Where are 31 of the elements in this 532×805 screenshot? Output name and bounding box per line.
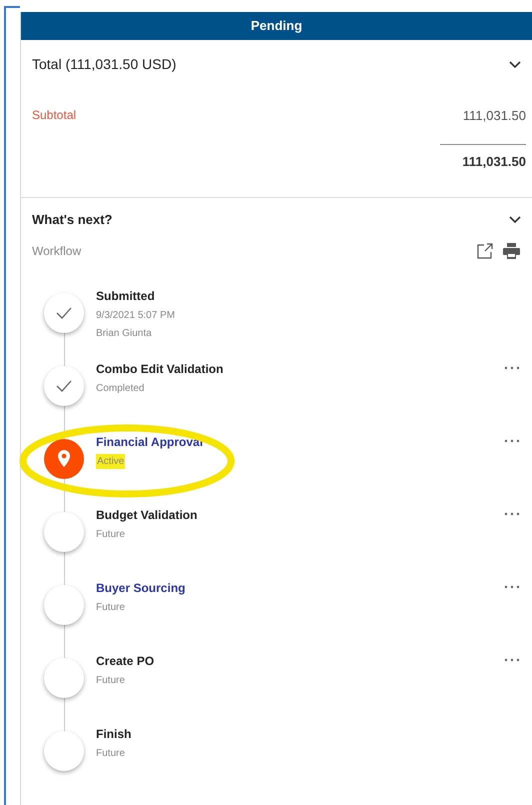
subtotal-value: 111,031.50	[462, 107, 526, 125]
step-detail: Brian Giunta	[96, 326, 152, 340]
step-title: Submitted	[96, 288, 155, 304]
sum-value: 111,031.50	[440, 144, 526, 171]
section-title: What's next?	[32, 211, 112, 229]
subtotal-label: Subtotal	[32, 107, 76, 124]
step-title[interactable]: Buyer Sourcing	[96, 578, 186, 596]
step-title: Budget Validation	[96, 506, 198, 524]
step-title: Combo Edit Validation	[96, 360, 224, 378]
step-title[interactable]: Financial Approval	[96, 432, 203, 450]
step-detail: Active	[96, 454, 126, 468]
step-title: Finish	[96, 726, 132, 742]
external-link-icon[interactable]	[477, 242, 493, 258]
status-header: Pending	[21, 12, 532, 40]
more-options-icon[interactable]	[504, 438, 520, 442]
more-options-icon[interactable]	[504, 512, 520, 516]
chevron-icon[interactable]	[508, 214, 522, 225]
workflow-label: Workflow	[32, 242, 82, 260]
step-detail: Future	[96, 746, 125, 760]
more-options-icon[interactable]	[504, 584, 520, 588]
step-detail: Future	[96, 528, 125, 542]
more-options-icon[interactable]	[504, 366, 520, 370]
chevron-icon[interactable]	[508, 60, 522, 70]
print-icon[interactable]	[503, 242, 520, 258]
step-title: Create PO	[96, 652, 154, 670]
step-detail: Future	[96, 600, 125, 614]
step-detail: Future	[96, 674, 125, 688]
step-detail: Completed	[96, 382, 144, 396]
section-title: Total (111,031.50 USD)	[32, 55, 176, 74]
more-options-icon[interactable]	[504, 658, 520, 662]
step-detail: 9/3/2021 5:07 PM	[96, 308, 175, 322]
